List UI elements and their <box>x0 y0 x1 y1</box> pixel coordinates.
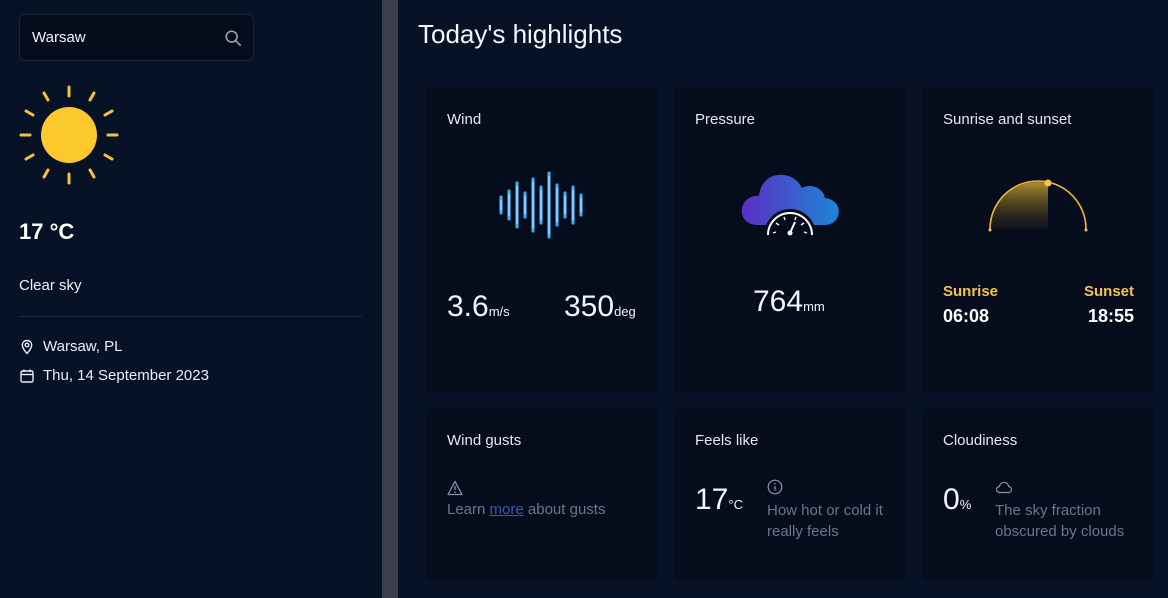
feels-like-card: Feels like 17°C How hot or cold it reall… <box>674 408 906 580</box>
location-pin-icon <box>21 339 33 355</box>
wind-speed: 3.6m/s <box>447 290 510 324</box>
warning-icon <box>447 480 463 496</box>
pressure-value-block: 764mm <box>753 285 825 319</box>
pressure-card: Pressure 764mm <box>674 87 906 393</box>
location-row: Warsaw, PL <box>19 338 122 355</box>
sunset-label: Sunset <box>1083 283 1134 300</box>
weather-description: Clear sky <box>19 277 82 294</box>
gusts-title: Wind gusts <box>447 432 522 449</box>
wind-direction: 350deg <box>564 290 636 324</box>
current-temperature: 17 °C <box>19 219 75 244</box>
sun-arc-icon <box>988 179 1088 232</box>
sunrise-sunset-card: Sunrise and sunset Sunrise 06:08 Sunset … <box>922 87 1154 393</box>
sunrise-label: Sunrise <box>943 283 999 300</box>
wind-speed-unit: m/s <box>488 304 510 319</box>
feels-like-unit: °C <box>728 497 743 512</box>
cloudiness-title: Cloudiness <box>943 432 1018 449</box>
wind-card: Wind 3.6m/s 350deg <box>426 87 658 393</box>
date-row: Thu, 14 September 2023 <box>19 367 209 384</box>
wind-speed-value: 3.6 <box>447 290 489 323</box>
cloudiness-value-block: 0% <box>943 483 971 517</box>
sidebar: 17 °C Clear sky Warsaw, PL Thu, 14 Septe… <box>0 0 382 598</box>
search-icon[interactable] <box>224 29 242 47</box>
date-text: Thu, 14 September 2023 <box>43 367 209 384</box>
scrollbar[interactable] <box>382 0 398 598</box>
sunset-time: 18:55 <box>1087 306 1134 326</box>
page-title: Today's highlights <box>418 19 623 49</box>
location-text: Warsaw, PL <box>43 338 123 355</box>
feels-like-description: How hot or cold it really feels <box>767 502 883 540</box>
pressure-unit: mm <box>803 299 825 314</box>
info-icon <box>767 479 783 495</box>
wind-gusts-card: Wind gusts Learn more about gusts <box>426 408 658 580</box>
wind-title: Wind <box>447 111 482 128</box>
sunrise-time: 06:08 <box>943 306 990 326</box>
feels-like-value-block: 17°C <box>695 483 743 517</box>
sound-wave-icon <box>499 171 583 239</box>
feels-like-value: 17 <box>695 483 729 516</box>
pressure-gauge-cloud-icon <box>741 174 839 236</box>
pressure-value: 764 <box>753 285 804 318</box>
feels-title: Feels like <box>695 432 759 449</box>
sun-icon <box>19 85 119 185</box>
divider <box>19 316 362 317</box>
wind-direction-unit: deg <box>614 304 636 319</box>
cloudiness-unit: % <box>959 497 972 512</box>
main-panel: Today's highlights Wind 3.6m/s 350deg Pr… <box>398 0 1168 598</box>
cloudiness-description: The sky fraction obscured by clouds <box>995 502 1125 540</box>
learn-more-link[interactable]: more <box>490 501 524 518</box>
gusts-suffix: about gusts <box>527 501 606 518</box>
pressure-title: Pressure <box>695 111 756 128</box>
cloudiness-card: Cloudiness 0% The sky fraction obscured … <box>922 408 1154 580</box>
wind-direction-value: 350 <box>564 290 615 323</box>
cloudiness-value: 0 <box>943 483 960 516</box>
search-input[interactable] <box>20 15 220 60</box>
sun-title: Sunrise and sunset <box>943 111 1072 128</box>
calendar-icon <box>20 369 34 383</box>
search-box[interactable] <box>19 14 254 61</box>
gusts-text: Learn more about gusts <box>447 501 605 518</box>
cloud-icon <box>995 481 1013 494</box>
gusts-prefix: Learn <box>447 501 486 518</box>
